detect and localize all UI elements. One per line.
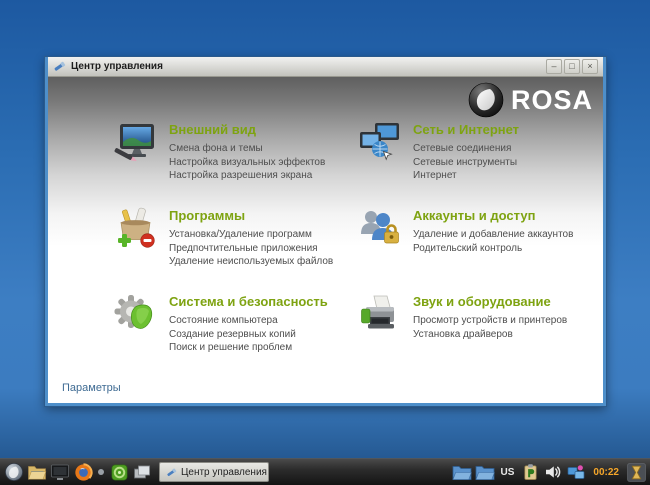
klipper-icon[interactable] bbox=[520, 462, 540, 482]
rosa-logo: ROSA bbox=[468, 82, 593, 118]
system-security-icon[interactable] bbox=[114, 293, 158, 335]
link-driver-install[interactable]: Установка драйверов bbox=[413, 328, 567, 342]
link-internet[interactable]: Интернет bbox=[413, 169, 519, 183]
close-button[interactable]: × bbox=[582, 59, 598, 74]
rosa-logo-text: ROSA bbox=[511, 85, 593, 116]
pager-desktop-1-icon[interactable] bbox=[452, 462, 472, 482]
link-screen-resolution[interactable]: Настройка разрешения экрана bbox=[169, 169, 325, 183]
package-manager-icon[interactable] bbox=[109, 462, 129, 482]
firefox-icon[interactable] bbox=[73, 462, 93, 482]
link-backups[interactable]: Создание резервных копий bbox=[169, 328, 328, 342]
control-center-icon bbox=[53, 60, 66, 73]
network-icon[interactable] bbox=[358, 121, 402, 163]
taskbar: Центр управления US bbox=[0, 458, 650, 485]
link-install-remove-programs[interactable]: Установка/Удаление программ bbox=[169, 228, 333, 242]
file-manager-icon[interactable] bbox=[27, 462, 47, 482]
link-visual-effects[interactable]: Настройка визуальных эффектов bbox=[169, 156, 325, 170]
section-links: Сетевые соединения Сетевые инструменты И… bbox=[413, 142, 519, 183]
link-remove-unused-files[interactable]: Удаление неиспользуемых файлов bbox=[169, 255, 333, 269]
section-links: Просмотр устройств и принтеров Установка… bbox=[413, 314, 567, 341]
pager-desktop-2-icon[interactable] bbox=[475, 462, 495, 482]
section-title-programs[interactable]: Программы bbox=[169, 208, 333, 223]
window-title: Центр управления bbox=[71, 61, 163, 72]
section-title-appearance[interactable]: Внешний вид bbox=[169, 122, 325, 137]
link-troubleshooting[interactable]: Поиск и решение проблем bbox=[169, 341, 328, 355]
volume-icon[interactable] bbox=[543, 462, 563, 482]
network-tray-icon[interactable] bbox=[566, 462, 586, 482]
terminal-icon[interactable] bbox=[50, 462, 70, 482]
section-accounts: Аккаунты и доступ Удаление и добавление … bbox=[358, 207, 603, 255]
rosa-logo-icon bbox=[468, 82, 504, 118]
taskbar-task-button[interactable]: Центр управления bbox=[159, 462, 269, 482]
link-computer-status[interactable]: Состояние компьютера bbox=[169, 314, 328, 328]
link-network-connections[interactable]: Сетевые соединения bbox=[413, 142, 519, 156]
link-preferred-applications[interactable]: Предпочтительные приложения bbox=[169, 242, 333, 256]
section-links: Установка/Удаление программ Предпочтител… bbox=[169, 228, 333, 269]
section-network: Сеть и Интернет Сетевые соединения Сетев… bbox=[358, 121, 603, 183]
section-links: Смена фона и темы Настройка визуальных э… bbox=[169, 142, 325, 183]
rosa-menu-icon[interactable] bbox=[4, 462, 24, 482]
window-stack-icon[interactable] bbox=[132, 462, 152, 482]
section-links: Состояние компьютера Создание резервных … bbox=[169, 314, 328, 355]
appearance-icon[interactable] bbox=[114, 121, 158, 163]
settings-link[interactable]: Параметры bbox=[62, 382, 121, 394]
session-icon[interactable] bbox=[626, 462, 646, 482]
task-button-label: Центр управления bbox=[181, 467, 267, 478]
link-network-tools[interactable]: Сетевые инструменты bbox=[413, 156, 519, 170]
section-links: Удаление и добавление аккаунтов Родитель… bbox=[413, 228, 573, 255]
accounts-icon[interactable] bbox=[358, 207, 402, 249]
link-devices-printers[interactable]: Просмотр устройств и принтеров bbox=[413, 314, 567, 328]
section-title-network[interactable]: Сеть и Интернет bbox=[413, 122, 519, 137]
minimize-button[interactable]: – bbox=[546, 59, 562, 74]
section-title-system[interactable]: Система и безопасность bbox=[169, 294, 328, 309]
link-parental-control[interactable]: Родительский контроль bbox=[413, 242, 573, 256]
programs-icon[interactable] bbox=[114, 207, 158, 249]
section-title-accounts[interactable]: Аккаунты и доступ bbox=[413, 208, 573, 223]
section-title-hardware[interactable]: Звук и оборудование bbox=[413, 294, 567, 309]
control-center-window: Центр управления – □ × bbox=[45, 57, 606, 406]
taskbar-clock[interactable]: 00:22 bbox=[589, 467, 623, 478]
section-programs: Программы Установка/Удаление программ Пр… bbox=[114, 207, 359, 269]
window-content: ROSA bbox=[48, 77, 603, 403]
sound-hardware-icon[interactable] bbox=[358, 293, 402, 335]
maximize-button[interactable]: □ bbox=[564, 59, 580, 74]
control-center-icon bbox=[166, 467, 177, 478]
link-add-remove-accounts[interactable]: Удаление и добавление аккаунтов bbox=[413, 228, 573, 242]
section-appearance: Внешний вид Смена фона и темы Настройка … bbox=[114, 121, 359, 183]
link-wallpaper-theme[interactable]: Смена фона и темы bbox=[169, 142, 325, 156]
window-titlebar[interactable]: Центр управления – □ × bbox=[48, 57, 603, 77]
keyboard-layout-indicator[interactable]: US bbox=[498, 467, 518, 478]
section-system: Система и безопасность Состояние компьют… bbox=[114, 293, 359, 355]
tray-dot-icon[interactable] bbox=[96, 462, 106, 482]
section-hardware: Звук и оборудование Просмотр устройств и… bbox=[358, 293, 603, 341]
